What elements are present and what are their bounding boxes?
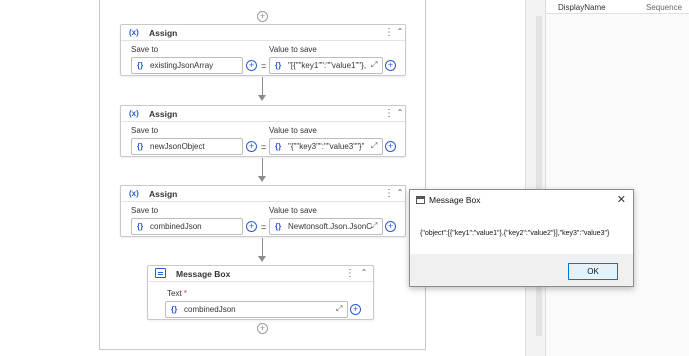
more-options-icon[interactable]: ⋮ <box>384 188 394 199</box>
dialog-message: {"object":[{"key1":"value1"},{"key2":"va… <box>420 230 610 237</box>
variable-icon: (x) <box>129 189 139 198</box>
value-to-save-field[interactable]: {} "{""key3"":""value3""}" ⤢ <box>269 138 383 155</box>
value-plus-button[interactable]: + <box>385 60 396 71</box>
message-text-value: combinedJson <box>184 305 236 314</box>
value-to-save-field[interactable]: {} "[{""key1"":""value1""}, ⤢ <box>269 57 383 74</box>
expression-icon: {} <box>137 142 144 151</box>
expression-icon: {} <box>137 61 144 70</box>
add-activity-bottom-button[interactable]: + <box>257 323 268 334</box>
message-box-activity-header: Message Box ⋮ ⌃ <box>148 266 373 282</box>
message-box-icon <box>155 268 166 278</box>
more-options-icon[interactable]: ⋮ <box>384 27 394 38</box>
dialog-body: {"object":[{"key1":"value1"},{"key2":"va… <box>410 210 633 254</box>
save-to-value: combinedJson <box>150 222 202 231</box>
save-to-field[interactable]: {} existingJsonArray <box>131 57 243 74</box>
save-to-plus-button[interactable]: + <box>246 141 257 152</box>
workflow-designer: + (x) Assign ⋮ ⌃ Save to Value to save {… <box>99 0 426 350</box>
expression-icon: {} <box>137 222 144 231</box>
add-activity-top-button[interactable]: + <box>257 11 268 22</box>
properties-panel: DisplayName Sequence <box>545 0 689 356</box>
window-icon <box>416 196 425 204</box>
equals-sign: = <box>261 61 267 71</box>
value-to-save-label: Value to save <box>269 126 317 135</box>
save-to-value: newJsonObject <box>150 142 205 151</box>
expand-editor-icon[interactable]: ⤢ <box>371 221 377 231</box>
assign-activity-2-title: Assign <box>149 109 178 119</box>
connector-arrow <box>258 256 266 262</box>
value-plus-button[interactable]: + <box>385 141 396 152</box>
expression-icon: {} <box>171 305 178 314</box>
expand-editor-icon[interactable]: ⤢ <box>371 60 377 70</box>
assign-activity-3[interactable]: (x) Assign ⋮ ⌃ Save to Value to save {} … <box>120 185 406 237</box>
collapse-icon[interactable]: ⌃ <box>395 188 405 197</box>
more-options-icon[interactable]: ⋮ <box>345 268 355 279</box>
message-text-field[interactable]: {} combinedJson ⤢ <box>165 301 348 318</box>
value-to-save-value: "[{""key1"":""value1""}, <box>288 61 367 70</box>
expression-icon: {} <box>275 222 282 231</box>
required-marker: * <box>183 289 188 298</box>
assign-activity-3-title: Assign <box>149 189 178 199</box>
value-to-save-value: Newtonsoft.Json.JsonC <box>288 222 372 231</box>
save-to-value: existingJsonArray <box>150 61 214 70</box>
close-icon[interactable]: ✕ <box>617 193 626 206</box>
assign-activity-1-header: (x) Assign ⋮ ⌃ <box>121 25 405 41</box>
save-to-label: Save to <box>131 126 159 135</box>
collapse-icon[interactable]: ⌃ <box>395 108 405 117</box>
value-to-save-field[interactable]: {} Newtonsoft.Json.JsonC ⤢ <box>269 218 383 235</box>
save-to-label: Save to <box>131 45 159 54</box>
expand-editor-icon[interactable]: ⤢ <box>371 141 377 151</box>
text-label: Text * <box>167 289 188 298</box>
assign-activity-2-header: (x) Assign ⋮ ⌃ <box>121 106 405 122</box>
value-to-save-label: Value to save <box>269 206 317 215</box>
text-plus-button[interactable]: + <box>350 304 361 315</box>
equals-sign: = <box>261 222 267 232</box>
more-options-icon[interactable]: ⋮ <box>384 108 394 119</box>
expression-icon: {} <box>275 61 282 70</box>
properties-header: DisplayName Sequence <box>546 0 689 14</box>
variable-icon: (x) <box>129 109 139 118</box>
value-to-save-value: "{""key3"":""value3""}" <box>288 142 365 151</box>
collapse-icon[interactable]: ⌃ <box>359 268 369 277</box>
vertical-scrollbar[interactable] <box>536 16 542 336</box>
save-to-field[interactable]: {} newJsonObject <box>131 138 243 155</box>
assign-activity-3-header: (x) Assign ⋮ ⌃ <box>121 186 405 202</box>
equals-sign: = <box>261 142 267 152</box>
expression-icon: {} <box>275 142 282 151</box>
connector-arrow <box>258 176 266 182</box>
expand-editor-icon[interactable]: ⤢ <box>336 304 342 314</box>
right-panel-strip <box>525 0 545 356</box>
value-to-save-label: Value to save <box>269 45 317 54</box>
value-plus-button[interactable]: + <box>385 221 396 232</box>
display-name-column[interactable]: DisplayName <box>558 3 606 12</box>
save-to-plus-button[interactable]: + <box>246 60 257 71</box>
message-box-dialog: Message Box ✕ {"object":[{"key1":"value1… <box>409 189 634 287</box>
connector-line <box>262 238 263 256</box>
save-to-label: Save to <box>131 206 159 215</box>
connector-line <box>262 77 263 95</box>
assign-activity-1-title: Assign <box>149 28 178 38</box>
assign-activity-1[interactable]: (x) Assign ⋮ ⌃ Save to Value to save {} … <box>120 24 406 76</box>
ok-button[interactable]: OK <box>568 263 618 280</box>
assign-activity-2[interactable]: (x) Assign ⋮ ⌃ Save to Value to save {} … <box>120 105 406 157</box>
connector-arrow <box>258 95 266 101</box>
dialog-titlebar[interactable]: Message Box ✕ <box>410 190 633 210</box>
variable-icon: (x) <box>129 28 139 37</box>
sequence-column[interactable]: Sequence <box>646 3 689 12</box>
collapse-icon[interactable]: ⌃ <box>395 27 405 36</box>
save-to-field[interactable]: {} combinedJson <box>131 218 243 235</box>
message-box-activity-title: Message Box <box>176 269 231 279</box>
message-box-activity[interactable]: Message Box ⋮ ⌃ Text * {} combinedJson ⤢… <box>147 265 374 320</box>
dialog-footer: OK <box>410 254 633 286</box>
save-to-plus-button[interactable]: + <box>246 221 257 232</box>
connector-line <box>262 158 263 176</box>
dialog-title: Message Box <box>429 195 481 205</box>
